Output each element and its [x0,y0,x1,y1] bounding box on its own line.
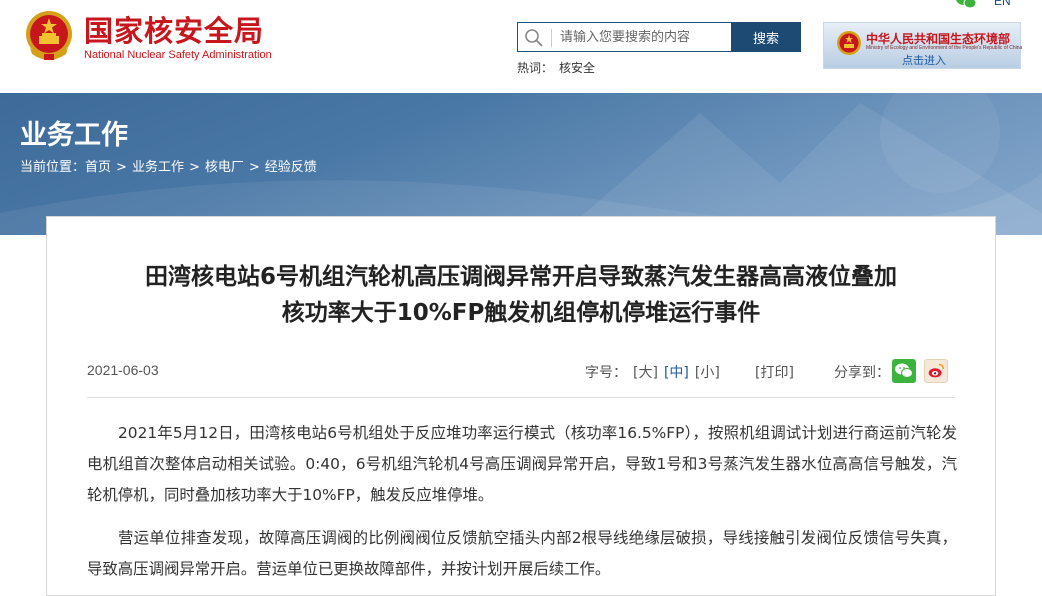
site-title[interactable]: 国家核安全局 [84,8,264,50]
breadcrumb-separator: > [116,160,127,175]
breadcrumb-home[interactable]: 首页 [85,160,111,175]
article-title-line: 田湾核电站6号机组汽轮机高压调阀异常开启导致蒸汽发生器高高液位叠加 [144,264,897,290]
article-paragraph: 2021年5月12日，田湾核电站6号机组处于反应堆功率运行模式（核功率16.5%… [87,424,957,504]
mee-banner-link[interactable]: 中华人民共和国生态环境部 Ministry of Ecology and Env… [823,22,1023,69]
breadcrumb-npp[interactable]: 核电厂 [205,160,244,175]
site-subtitle: National Nuclear Safety Administration [84,49,272,61]
article-title: 田湾核电站6号机组汽轮机高压调阀异常开启导致蒸汽发生器高高液位叠加 核功率大于1… [67,259,975,331]
mee-enter-link[interactable]: 点击进入 [902,52,946,68]
publish-date: 2021-06-03 [87,362,159,378]
breadcrumb: 当前位置：首页 > 业务工作 > 核电厂 > 经验反馈 [20,156,317,175]
breadcrumb-prefix: 当前位置： [20,160,86,175]
share-label: 分享到： [834,365,890,381]
font-size-large[interactable]: [大] [633,365,658,381]
font-size-controls: 字号： [大] [中] [小] [585,362,720,382]
breadcrumb-separator: > [248,160,260,175]
meta-divider [87,397,955,398]
mee-english-title: Ministry of Ecology and Environment of t… [866,45,1023,51]
font-size-medium[interactable]: [中] [664,365,689,381]
english-language-link[interactable]: EN [994,0,1011,8]
search-divider [551,29,552,47]
wechat-icon[interactable] [955,0,977,9]
hotwords-label: 热词： [517,61,554,75]
search-button[interactable]: 搜索 [731,22,801,52]
hotword-link[interactable]: 核安全 [559,61,595,75]
site-header: 国家核安全局 National Nuclear Safety Administr… [0,0,1042,93]
section-title: 业务工作 [20,120,128,151]
national-emblem-icon [837,31,861,55]
national-emblem-icon[interactable] [22,8,76,64]
hero-banner: 业务工作 当前位置：首页 > 业务工作 > 核电厂 > 经验反馈 [0,93,1042,235]
font-size-small[interactable]: [小] [695,365,720,381]
article-title-line: 核功率大于10%FP触发机组停机停堆运行事件 [281,300,761,326]
article-panel: 田湾核电站6号机组汽轮机高压调阀异常开启导致蒸汽发生器高高液位叠加 核功率大于1… [46,216,996,596]
wechat-icon[interactable] [892,359,916,383]
search-box: 搜索 [517,22,801,52]
hotwords: 热词： 核安全 [517,59,595,76]
breadcrumb-business[interactable]: 业务工作 [132,160,184,175]
search-input[interactable] [560,27,730,47]
font-size-label: 字号： [585,365,627,381]
weibo-icon[interactable] [924,359,948,383]
search-icon [525,29,543,47]
article-paragraph: 营运单位排查发现，故障高压调阀的比例阀阀位反馈航空插头内部2根导线绝缘层破损，导… [87,529,957,578]
breadcrumb-feedback[interactable]: 经验反馈 [265,160,317,175]
breadcrumb-separator: > [188,160,200,175]
print-link[interactable]: [打印] [755,362,794,382]
